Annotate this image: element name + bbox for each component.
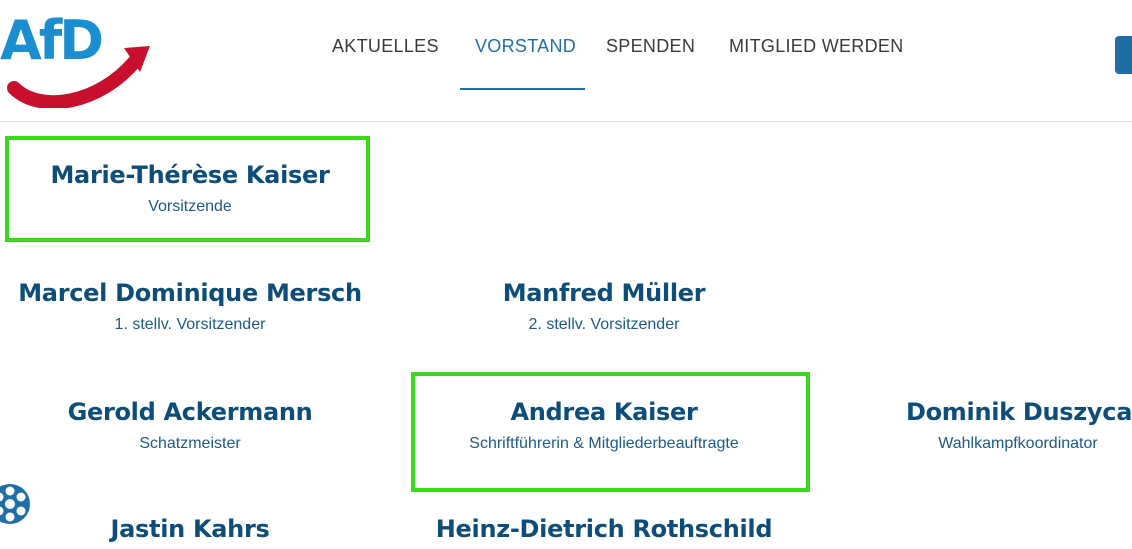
board-member-card: Heinz-Dietrich Rothschild xyxy=(404,514,804,544)
nav-item-mitglied-werden[interactable]: MITGLIED WERDEN xyxy=(729,36,904,57)
member-role: Schriftführerin & Mitgliederbeauftragte xyxy=(469,435,739,452)
afd-logo[interactable]: AfD xyxy=(0,8,160,108)
board-member-card: Manfred Müller 2. stellv. Vorsitzender xyxy=(414,278,794,334)
member-role: 2. stellv. Vorsitzender xyxy=(528,316,680,333)
member-role: 1. stellv. Vorsitzender xyxy=(114,316,266,333)
board-member-card: Jastin Kahrs xyxy=(0,514,380,544)
member-name: Jastin Kahrs xyxy=(110,515,270,543)
board-member-card: Gerold Ackermann Schatzmeister xyxy=(0,397,380,453)
member-name: Manfred Müller xyxy=(502,279,706,307)
member-name: Dominik Duszyca xyxy=(906,398,1132,426)
board-member-card: Marcel Dominique Mersch 1. stellv. Vorsi… xyxy=(0,278,380,334)
nav-item-aktuelles[interactable]: AKTUELLES xyxy=(332,36,439,57)
member-name: Heinz-Dietrich Rothschild xyxy=(435,515,773,543)
nav-item-spenden[interactable]: SPENDEN xyxy=(606,36,695,57)
member-name: Andrea Kaiser xyxy=(510,398,698,426)
header-action-button[interactable] xyxy=(1115,36,1132,74)
nav-item-vorstand[interactable]: VORSTAND xyxy=(475,36,576,57)
member-role: Vorsitzende xyxy=(148,198,232,215)
board-member-card: Dominik Duszyca Wahlkampfkoordinator xyxy=(906,397,1132,453)
site-header: AfD AKTUELLES VORSTAND SPENDEN MITGLIED … xyxy=(0,0,1132,122)
member-name: Gerold Ackermann xyxy=(67,398,313,426)
member-role: Schatzmeister xyxy=(139,435,241,452)
cookie-settings-icon[interactable] xyxy=(0,482,32,526)
active-nav-underline xyxy=(460,88,585,90)
board-member-card: Marie-Thérèse Kaiser Vorsitzende xyxy=(10,160,370,216)
logo-text: AfD xyxy=(0,9,104,72)
page: AfD AKTUELLES VORSTAND SPENDEN MITGLIED … xyxy=(0,0,1132,549)
board-member-card: Andrea Kaiser Schriftführerin & Mitglied… xyxy=(414,397,794,453)
member-name: Marcel Dominique Mersch xyxy=(18,279,362,307)
member-name: Marie-Thérèse Kaiser xyxy=(50,161,330,189)
member-role: Wahlkampfkoordinator xyxy=(938,435,1098,452)
